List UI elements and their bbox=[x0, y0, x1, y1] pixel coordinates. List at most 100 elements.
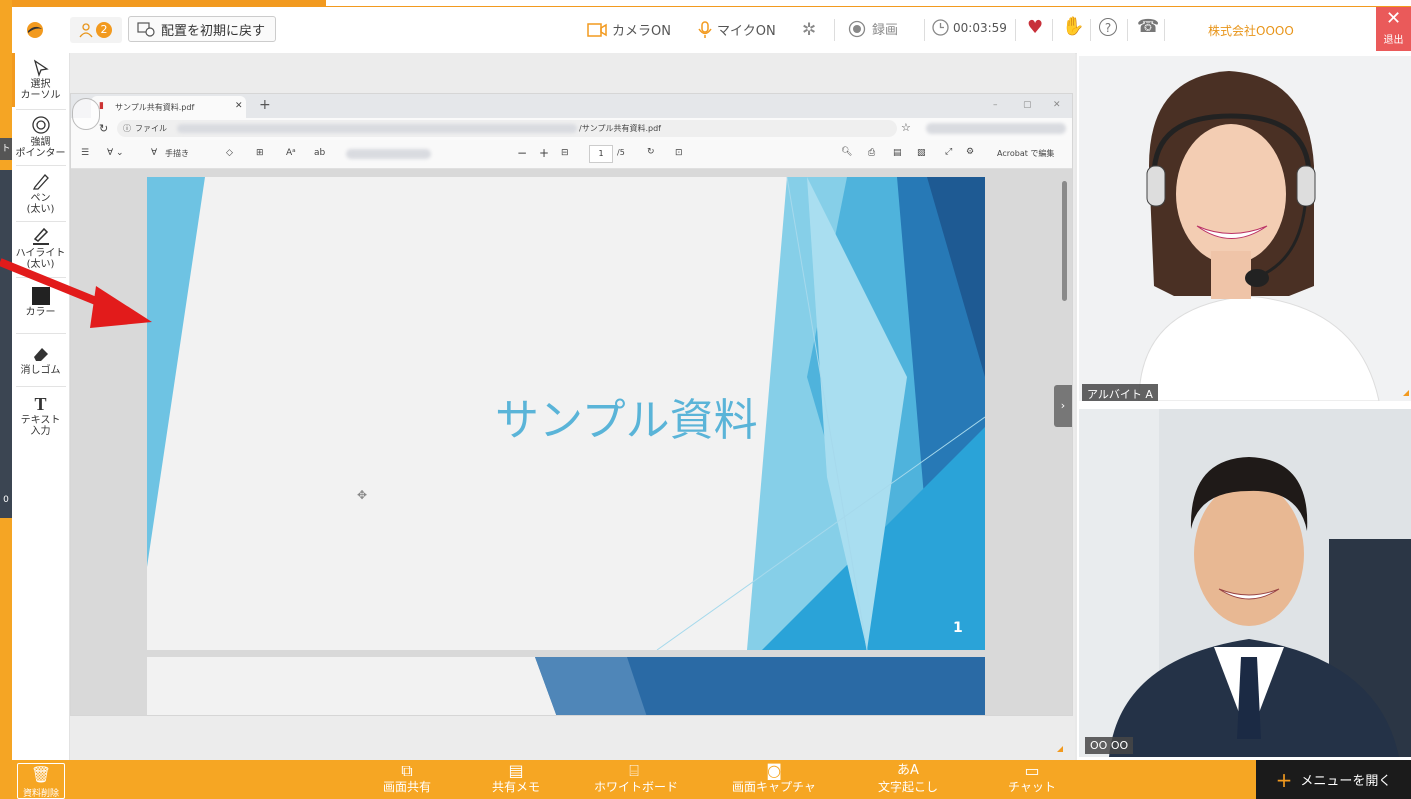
participant-video-man bbox=[1079, 409, 1411, 757]
tab-close-icon[interactable]: ✕ bbox=[235, 101, 243, 111]
refresh-icon[interactable]: ↻ bbox=[99, 122, 108, 135]
filter-icon[interactable]: ∀ ⌄ bbox=[107, 148, 124, 158]
rotate-icon[interactable]: ↻ bbox=[647, 147, 655, 157]
delete-document-button[interactable]: 🗑︎ 資料削除 bbox=[17, 763, 65, 799]
acrobat-edit-button[interactable]: Acrobat で編集 bbox=[997, 148, 1054, 159]
maximize-icon[interactable]: ▢ bbox=[1023, 100, 1032, 110]
zoom-in-icon[interactable]: + bbox=[539, 146, 549, 160]
new-tab-icon[interactable]: + bbox=[259, 97, 271, 113]
settings-gear-icon[interactable]: ✲ bbox=[802, 20, 816, 40]
pdf-scrollbar[interactable] bbox=[1061, 175, 1068, 715]
draw-icon[interactable]: ∀ bbox=[151, 148, 157, 158]
zoom-out-icon[interactable]: − bbox=[517, 146, 527, 160]
divider bbox=[1015, 19, 1016, 41]
slide-title: サンプル資料 bbox=[495, 395, 758, 446]
reset-layout-button[interactable]: 配置を初期に戻す bbox=[128, 16, 276, 42]
left-edge-tab: ト bbox=[0, 138, 12, 160]
browser-tab[interactable]: ▮ サンプル共有資料.pdf ✕ bbox=[91, 96, 246, 118]
whiteboard-button[interactable]: ⌸ ホワイトボード bbox=[594, 761, 678, 795]
browser-extensions-redacted bbox=[926, 123, 1066, 134]
video-panel: アルバイト A OO OO bbox=[1057, 53, 1411, 760]
camera-capture-icon: ◙ bbox=[766, 761, 782, 780]
plus-icon: + bbox=[1275, 767, 1293, 792]
screen-share-icon: ⧉ bbox=[401, 761, 413, 780]
screen-share-button[interactable]: ⧉ 画面共有 bbox=[377, 761, 437, 795]
scrollbar-thumb[interactable] bbox=[1062, 181, 1067, 301]
phone-icon[interactable]: ☎ bbox=[1137, 16, 1159, 37]
page-number-input[interactable]: 1 bbox=[589, 145, 613, 163]
open-menu-button[interactable]: + メニューを開く bbox=[1256, 760, 1411, 799]
clock-icon bbox=[932, 19, 949, 36]
url-scheme: ファイル bbox=[135, 124, 167, 133]
mic-toggle[interactable]: マイクON bbox=[698, 20, 776, 39]
open-menu-label: メニューを開く bbox=[1300, 774, 1392, 789]
pdf-viewer-window: ▮ サンプル共有資料.pdf ✕ + – ▢ ✕ ↻ ⓘ ファイル /サンプル共… bbox=[70, 93, 1073, 716]
fit-page-icon[interactable]: ⊟ bbox=[561, 148, 569, 158]
participants-button[interactable]: 2 bbox=[70, 17, 122, 43]
transcription-button[interactable]: あA 文字起こし bbox=[868, 762, 948, 794]
collapse-video-chevron-icon[interactable]: › bbox=[1054, 385, 1072, 427]
microphone-icon bbox=[698, 20, 712, 38]
save-icon[interactable]: ▤ bbox=[893, 148, 902, 158]
participant-name-tag: OO OO bbox=[1085, 737, 1134, 754]
shared-memo-button[interactable]: ▤ 共有メモ bbox=[486, 761, 546, 795]
read-aloud-icon[interactable]: ab bbox=[314, 148, 325, 158]
bookmark-star-icon[interactable]: ☆ bbox=[901, 121, 911, 134]
whiteboard-icon: ⌸ bbox=[629, 761, 639, 780]
textbox-icon[interactable]: ⊞ bbox=[256, 148, 264, 158]
tool-text-input[interactable]: T テキスト 入力 bbox=[12, 395, 69, 437]
save-as-icon[interactable]: ▧ bbox=[917, 148, 926, 158]
record-button[interactable]: 録画 bbox=[848, 19, 898, 38]
url-filename: /サンプル共有資料.pdf bbox=[579, 124, 661, 133]
resize-handle-icon[interactable] bbox=[1403, 390, 1409, 396]
camera-toggle[interactable]: カメラON bbox=[587, 20, 671, 39]
divider bbox=[1052, 19, 1053, 41]
draw-label: 手描き bbox=[165, 149, 189, 158]
minimize-icon[interactable]: – bbox=[993, 100, 998, 110]
info-icon: ⓘ bbox=[123, 124, 131, 133]
mic-label: マイクON bbox=[717, 24, 776, 39]
outline-icon[interactable]: ☰ bbox=[81, 148, 89, 158]
tool-select-cursor[interactable]: 選択 カーソル bbox=[12, 59, 69, 101]
tool-eraser[interactable]: 消しゴム bbox=[12, 345, 69, 376]
video-tile-1[interactable]: アルバイト A bbox=[1079, 56, 1411, 401]
tool-label: (太い) bbox=[26, 204, 55, 215]
page-view-icon[interactable]: ⊡ bbox=[675, 148, 683, 158]
divider bbox=[834, 19, 835, 41]
help-icon[interactable]: ? bbox=[1099, 18, 1117, 36]
record-label: 録画 bbox=[872, 23, 899, 38]
resize-handle-icon[interactable] bbox=[1057, 746, 1063, 752]
camera-icon bbox=[587, 22, 607, 37]
app-logo-icon bbox=[26, 21, 44, 39]
camera-label: カメラON bbox=[612, 24, 671, 39]
exit-button[interactable]: ✕ 退出 bbox=[1376, 7, 1411, 51]
bottom-item-label: 共有メモ bbox=[491, 780, 540, 794]
pdf-settings-icon[interactable]: ⚙ bbox=[966, 147, 974, 157]
person-icon bbox=[79, 23, 93, 38]
search-icon[interactable]: 🔍︎ bbox=[841, 147, 852, 157]
screen-capture-button[interactable]: ◙ 画面キャプチャ bbox=[724, 761, 824, 795]
eraser-small-icon[interactable]: ◇ bbox=[226, 148, 233, 158]
tool-pen[interactable]: ペン (太い) bbox=[12, 171, 69, 215]
move-handle-icon[interactable]: ✥ bbox=[357, 488, 367, 502]
fullscreen-icon[interactable]: ⤢ bbox=[945, 147, 952, 157]
pointer-target-icon bbox=[31, 116, 50, 134]
font-size-icon[interactable]: Aᵃ bbox=[286, 148, 296, 158]
url-field[interactable]: ⓘ ファイル /サンプル共有資料.pdf bbox=[117, 120, 897, 137]
heart-icon[interactable]: ♥ bbox=[1027, 17, 1043, 38]
video-tile-2[interactable]: OO OO bbox=[1079, 409, 1411, 757]
memo-icon: ▤ bbox=[508, 761, 524, 780]
slide-number: 1 bbox=[953, 620, 963, 636]
reset-layout-label: 配置を初期に戻す bbox=[161, 23, 266, 39]
pdf-toolbar: ☰ ∀ ⌄ ∀ 手描き ◇ ⊞ Aᵃ ab − + ⊟ 1 /5 ↻ ⊡ 🔍︎ … bbox=[71, 140, 1072, 169]
tool-label: 強調 bbox=[30, 137, 51, 148]
url-redacted bbox=[177, 124, 577, 133]
chat-button[interactable]: ▭ チャット bbox=[1002, 762, 1062, 795]
exit-label: 退出 bbox=[1383, 35, 1404, 46]
tool-label: 消しゴム bbox=[20, 365, 61, 376]
tool-highlight-pointer[interactable]: 強調 ポインター bbox=[12, 115, 69, 159]
raise-hand-icon[interactable]: ✋ bbox=[1062, 16, 1084, 37]
print-icon[interactable]: ⎙ bbox=[868, 148, 875, 158]
window-close-icon[interactable]: ✕ bbox=[1053, 100, 1061, 110]
reset-layout-icon bbox=[137, 22, 155, 37]
